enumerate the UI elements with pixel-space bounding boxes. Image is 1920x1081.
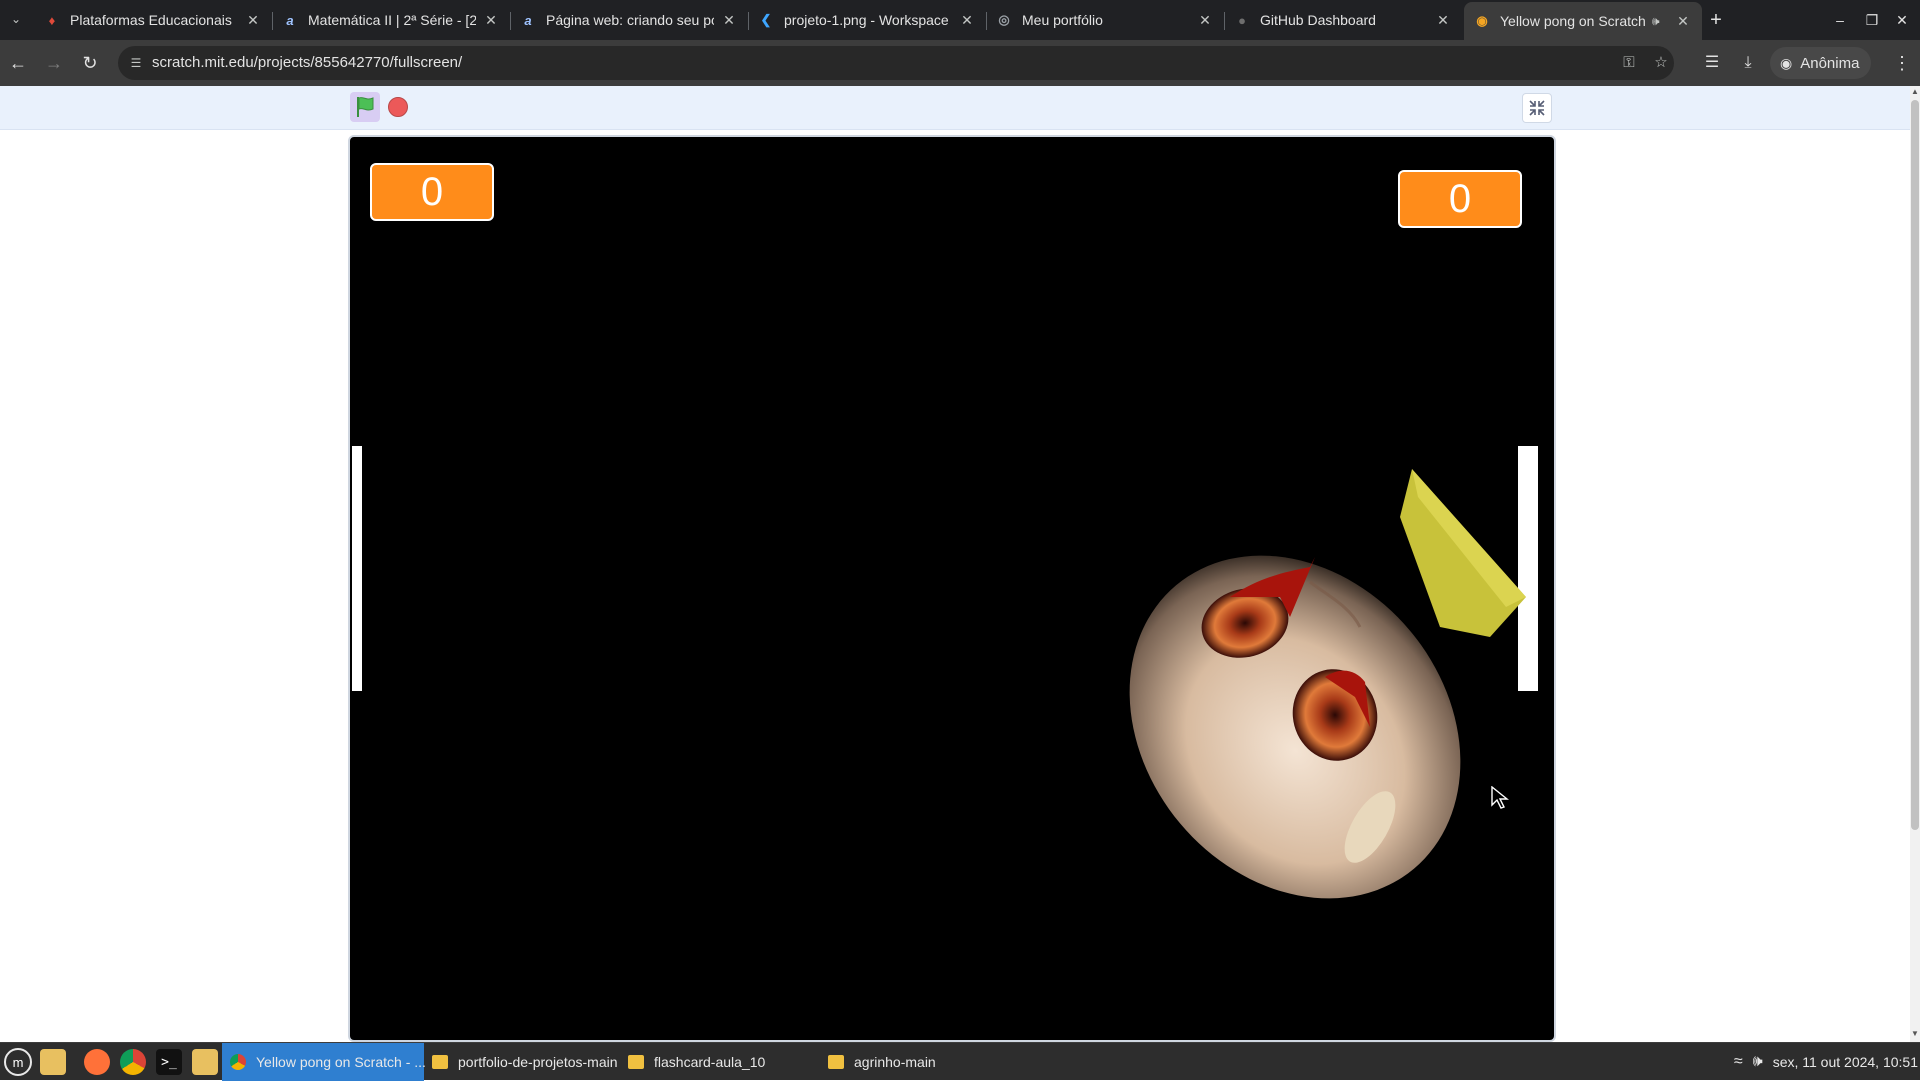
close-icon[interactable]: ✕	[1196, 11, 1214, 29]
speaker-icon[interactable]: 🕪	[1652, 14, 1668, 29]
close-icon[interactable]: ✕	[244, 11, 262, 29]
game-stage[interactable]: 0 0	[348, 135, 1556, 1042]
scroll-down-icon[interactable]: ▼	[1911, 1030, 1919, 1038]
github-icon: ●	[1238, 12, 1246, 28]
browser-toolbar: ← → ↻ ☰ scratch.mit.edu/projects/8556427…	[0, 40, 1920, 86]
tab-portfolio[interactable]: ◎ Meu portfólio ✕	[986, 4, 1224, 36]
folder-launcher-icon[interactable]	[192, 1049, 218, 1075]
minimize-icon[interactable]: –	[1826, 8, 1854, 32]
window-close-icon[interactable]: ✕	[1888, 8, 1916, 32]
right-score-display: 0	[1398, 170, 1522, 228]
tab-title: Página web: criando seu por	[546, 12, 714, 28]
green-flag-button[interactable]	[350, 92, 380, 122]
taskbar-item-flashcard[interactable]: flashcard-aula_10	[620, 1043, 820, 1081]
reload-icon[interactable]: ↻	[78, 51, 102, 75]
scratch-fullscreen-page: 0 0 ▲ ▼	[0, 86, 1920, 1042]
left-paddle	[352, 446, 362, 691]
forward-arrow-icon[interactable]: →	[42, 51, 66, 75]
globe-icon: ◎	[998, 12, 1010, 27]
close-icon[interactable]: ✕	[482, 11, 500, 29]
red-book-icon: ♦	[48, 12, 56, 28]
taskbar-item-label: agrinho-main	[854, 1054, 936, 1070]
media-control-icon[interactable]: ☰	[1700, 52, 1724, 74]
tab-yellow-pong[interactable]: ◉ Yellow pong on Scratch 🕪 ✕	[1464, 2, 1702, 40]
folder-icon	[628, 1055, 644, 1069]
site-info-icon[interactable]: ☰	[126, 53, 146, 73]
url-text[interactable]: scratch.mit.edu/projects/855642770/fulls…	[152, 54, 462, 71]
alura-a-icon: a	[524, 12, 532, 28]
creepy-doll-head-sprite	[1129, 469, 1526, 899]
new-tab-button[interactable]: +	[1704, 8, 1728, 32]
close-icon[interactable]: ✕	[958, 11, 976, 29]
project-controls-bar	[0, 86, 1910, 130]
tab-strip: ⌄ ♦ Plataformas Educacionais ✕ a Matemát…	[0, 0, 1920, 40]
taskbar-item-agrinho[interactable]: agrinho-main	[820, 1043, 1020, 1081]
incognito-profile-button[interactable]: ◉ Anônima	[1770, 47, 1872, 79]
scratch-icon: ◉	[1476, 13, 1488, 28]
taskbar-item-label: portfolio-de-projetos-main	[458, 1054, 618, 1070]
files-icon[interactable]	[40, 1049, 66, 1075]
taskbar-item-label: Yellow pong on Scratch - ...	[256, 1054, 426, 1070]
key-icon[interactable]: ⚿	[1618, 53, 1640, 73]
bookmark-star-icon[interactable]: ☆	[1650, 53, 1672, 73]
profile-label: Anônima	[1800, 54, 1860, 72]
tab-github[interactable]: ● GitHub Dashboard ✕	[1224, 4, 1462, 36]
taskbar-item-portfolio[interactable]: portfolio-de-projetos-main	[424, 1043, 624, 1081]
taskbar-item-chrome[interactable]: Yellow pong on Scratch - ...	[222, 1043, 426, 1081]
tab-title: Yellow pong on Scratch	[1500, 13, 1646, 29]
incognito-icon: ◉	[1780, 54, 1793, 71]
close-icon[interactable]: ✕	[1674, 12, 1692, 30]
tab-pagina-web[interactable]: a Página web: criando seu por ✕	[510, 4, 748, 36]
mouse-cursor-icon	[1491, 786, 1509, 809]
wifi-icon[interactable]: ≈	[1734, 1053, 1743, 1071]
os-taskbar: m >_ Yellow pong on Scratch - ... portfo…	[0, 1042, 1920, 1081]
address-bar[interactable]: ☰ scratch.mit.edu/projects/855642770/ful…	[118, 46, 1674, 80]
back-arrow-icon[interactable]: ←	[6, 51, 30, 75]
scrollbar-thumb[interactable]	[1911, 100, 1919, 830]
chrome-icon	[230, 1054, 246, 1070]
mint-menu-icon[interactable]: m	[4, 1048, 32, 1076]
folder-icon	[432, 1055, 448, 1069]
system-tray: ≈ 🕪 sex, 11 out 2024, 10:51	[1734, 1043, 1920, 1081]
scroll-up-icon[interactable]: ▲	[1911, 88, 1919, 96]
left-score-display: 0	[370, 163, 494, 221]
tab-plataformas[interactable]: ♦ Plataformas Educacionais ✕	[34, 4, 272, 36]
volume-icon[interactable]: 🕪	[1753, 1053, 1763, 1071]
page-scrollbar[interactable]: ▲ ▼	[1910, 86, 1920, 1042]
tab-workspace[interactable]: ❮ projeto-1.png - Workspace - ✕	[748, 4, 986, 36]
clock[interactable]: sex, 11 out 2024, 10:51	[1773, 1054, 1918, 1070]
terminal-icon[interactable]: >_	[156, 1049, 182, 1075]
chrome-launcher-icon[interactable]	[120, 1049, 146, 1075]
exit-fullscreen-button[interactable]	[1522, 93, 1552, 123]
tab-title: projeto-1.png - Workspace -	[784, 12, 952, 28]
green-flag-icon	[357, 97, 374, 117]
alura-a-icon: a	[286, 12, 294, 28]
restore-icon[interactable]: ❐	[1858, 8, 1886, 32]
vscode-icon: ❮	[760, 12, 772, 27]
folder-icon	[828, 1055, 844, 1069]
tab-title: GitHub Dashboard	[1260, 12, 1376, 28]
close-icon[interactable]: ✕	[720, 11, 738, 29]
menu-dots-icon[interactable]: ⋮	[1892, 51, 1912, 75]
close-icon[interactable]: ✕	[1434, 11, 1452, 29]
taskbar-item-label: flashcard-aula_10	[654, 1054, 766, 1070]
tab-title: Matemática II | 2ª Série - [20	[308, 12, 476, 28]
stop-button[interactable]	[388, 97, 408, 117]
tab-title: Plataformas Educacionais	[70, 12, 232, 28]
tab-search-chevron-icon[interactable]: ⌄	[6, 8, 26, 30]
download-icon[interactable]: ⤓	[1736, 52, 1760, 74]
firefox-icon[interactable]	[84, 1049, 110, 1075]
tab-matematica[interactable]: a Matemática II | 2ª Série - [20 ✕	[272, 4, 510, 36]
exit-fullscreen-icon	[1529, 100, 1545, 116]
tab-title: Meu portfólio	[1022, 12, 1103, 28]
